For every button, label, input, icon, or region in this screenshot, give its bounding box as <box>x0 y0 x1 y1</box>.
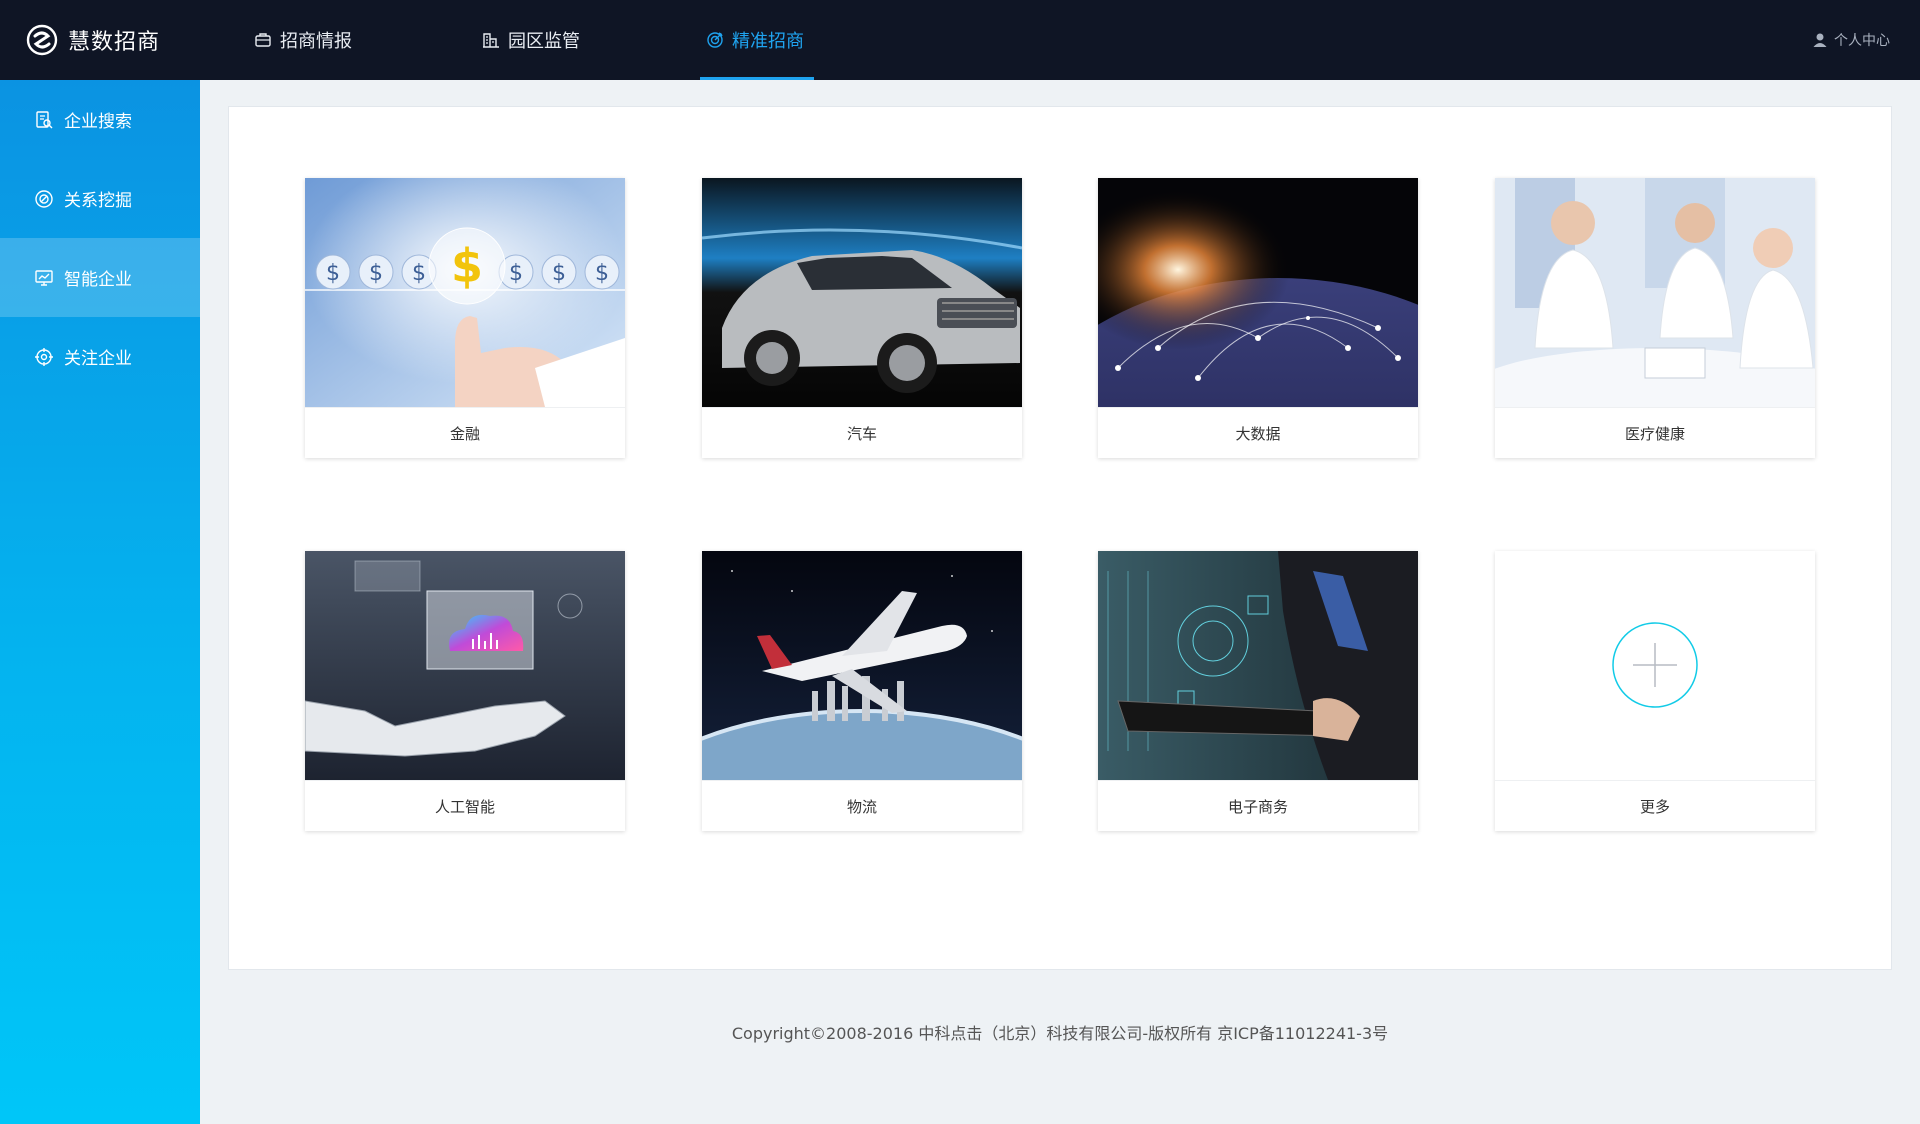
sidebar-item-relation-mining[interactable]: 关系挖掘 <box>0 159 200 238</box>
nav-item-park-supervision[interactable]: 园区监管 <box>482 0 580 80</box>
logo-icon <box>26 24 58 56</box>
svg-text:$: $ <box>412 261 426 286</box>
car-image <box>702 178 1022 407</box>
relation-icon <box>35 189 53 208</box>
category-card-ai[interactable]: 人工智能 <box>305 551 625 831</box>
category-label: 大数据 <box>1098 407 1418 458</box>
category-label: 更多 <box>1495 780 1815 831</box>
user-center-label: 个人中心 <box>1834 33 1890 49</box>
crosshair-icon <box>35 347 53 366</box>
svg-text:$: $ <box>326 261 340 286</box>
sidebar-item-label: 企业搜索 <box>64 112 132 132</box>
airplane-earth-image <box>702 551 1022 780</box>
category-label: 医疗健康 <box>1495 407 1815 458</box>
top-nav-bar: 慧数招商 招商情报 园区监管 精准招商 个人中心 <box>0 0 1920 80</box>
category-label: 人工智能 <box>305 780 625 831</box>
category-card-ecommerce[interactable]: 电子商务 <box>1098 551 1418 831</box>
category-panel: $ $ $ $ $ $ $ 金融 汽车 大数据 医疗健康 人工智能 物流 电子商… <box>228 106 1892 970</box>
buildings-icon <box>483 33 499 48</box>
nav-item-intelligence[interactable]: 招商情报 <box>254 0 352 80</box>
finance-dollar-image: $ $ $ $ $ $ $ <box>305 178 625 407</box>
briefcase-icon <box>255 33 271 47</box>
nav-item-label: 园区监管 <box>508 31 580 52</box>
sidebar-item-followed-companies[interactable]: 关注企业 <box>0 317 200 396</box>
sidebar-item-smart-companies[interactable]: 智能企业 <box>0 238 200 317</box>
app-name: 慧数招商 <box>68 30 161 55</box>
svg-text:$: $ <box>451 239 483 293</box>
more-placeholder <box>1495 551 1815 780</box>
category-card-automobile[interactable]: 汽车 <box>702 178 1022 458</box>
nav-item-label: 招商情报 <box>280 31 352 52</box>
business-tablet-image <box>1098 551 1418 780</box>
svg-text:$: $ <box>552 261 566 286</box>
sidebar-item-label: 智能企业 <box>64 270 132 290</box>
sidebar: 企业搜索 关系挖掘 智能企业 关注企业 <box>0 80 200 1124</box>
category-label: 金融 <box>305 407 625 458</box>
sidebar-item-label: 关注企业 <box>64 349 132 369</box>
category-card-logistics[interactable]: 物流 <box>702 551 1022 831</box>
document-search-icon <box>36 110 53 128</box>
footer-copyright: Copyright©2008-2016 中科点击（北京）科技有限公司-版权所有 … <box>731 1024 1389 1043</box>
target-icon <box>707 32 723 48</box>
svg-text:$: $ <box>595 261 609 286</box>
earth-network-image <box>1098 178 1418 407</box>
plus-icon <box>1495 551 1815 780</box>
sidebar-item-company-search[interactable]: 企业搜索 <box>0 80 200 159</box>
robot-hand-cloud-image <box>305 551 625 780</box>
nav-item-label: 精准招商 <box>732 31 804 52</box>
app-logo[interactable]: 慧数招商 <box>26 22 160 58</box>
svg-text:$: $ <box>509 261 523 286</box>
category-label: 汽车 <box>702 407 1022 458</box>
category-label: 物流 <box>702 780 1022 831</box>
user-center-link[interactable]: 个人中心 <box>1812 0 1890 80</box>
category-label: 电子商务 <box>1098 780 1418 831</box>
doctors-image <box>1495 178 1815 407</box>
svg-text:$: $ <box>369 261 383 286</box>
nav-item-precise-investment[interactable]: 精准招商 <box>700 0 814 80</box>
category-card-healthcare[interactable]: 医疗健康 <box>1495 178 1815 458</box>
chart-monitor-icon <box>35 269 53 286</box>
sidebar-item-label: 关系挖掘 <box>64 191 132 211</box>
user-icon <box>1813 33 1827 47</box>
category-card-big-data[interactable]: 大数据 <box>1098 178 1418 458</box>
category-card-finance[interactable]: $ $ $ $ $ $ $ 金融 <box>305 178 625 458</box>
category-card-more[interactable]: 更多 <box>1495 551 1815 831</box>
